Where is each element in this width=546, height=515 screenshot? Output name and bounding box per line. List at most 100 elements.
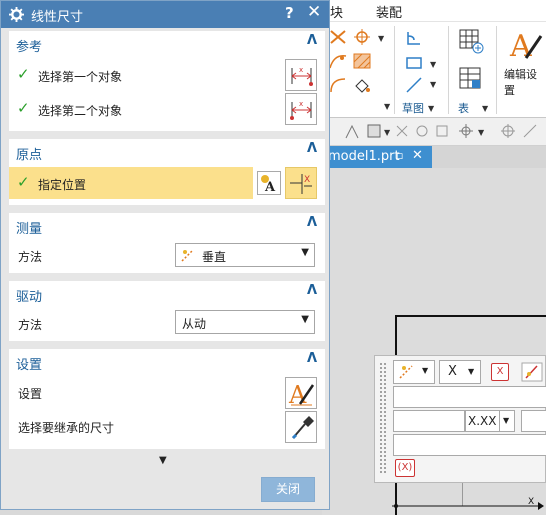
chevron-up-icon[interactable]: ᐱ: [307, 141, 317, 156]
tolerance-x-button[interactable]: X: [491, 363, 509, 381]
perpendicular-icon: [181, 249, 194, 262]
section-header[interactable]: 驱动 ᐱ: [9, 281, 325, 305]
close-button[interactable]: 关闭: [261, 477, 315, 502]
point-icon[interactable]: [352, 28, 372, 46]
edit-settings-icon[interactable]: A: [508, 28, 544, 62]
section-measure: 测量 ᐱ 方法 垂直 ▼: [9, 213, 325, 273]
chevron-down-icon[interactable]: ▼: [430, 60, 436, 69]
divider: [496, 26, 497, 114]
settings-button[interactable]: A: [285, 377, 317, 409]
chevron-up-icon[interactable]: ᐱ: [307, 33, 317, 48]
drive-method-dropdown[interactable]: 从动 ▼: [175, 310, 315, 334]
text-settings-button[interactable]: A: [257, 171, 281, 195]
crosshair-icon[interactable]: [500, 123, 516, 139]
svg-text:x: x: [299, 66, 303, 74]
tolerance-type-button[interactable]: (X): [395, 459, 415, 477]
more-icon[interactable]: ▼: [430, 80, 436, 89]
drag-handle[interactable]: [379, 362, 387, 474]
section-header[interactable]: 参考 ᐱ: [9, 31, 325, 55]
sketch-profile-icon[interactable]: [404, 30, 424, 48]
line-icon[interactable]: [404, 76, 424, 94]
rectangle-icon[interactable]: [404, 54, 424, 72]
close-icon[interactable]: ✕: [307, 2, 321, 22]
help-button[interactable]: ?: [285, 4, 294, 22]
component-icon[interactable]: [414, 123, 430, 139]
section-header[interactable]: 原点 ᐱ: [9, 139, 325, 163]
section-reference: 参考 ᐱ ✓ 选择第一个对象 x ✓ 选择第二个对象 x: [9, 31, 325, 131]
line-tool-icon[interactable]: [522, 123, 538, 139]
chevron-up-icon[interactable]: ᐱ: [307, 351, 317, 366]
text-field[interactable]: [393, 434, 546, 456]
chevron-down-icon: ▼: [468, 367, 475, 376]
chevron-up-icon[interactable]: ᐱ: [307, 283, 317, 298]
chevron-down-icon[interactable]: ▼: [482, 104, 488, 113]
select-second-object-label[interactable]: 选择第二个对象: [38, 102, 122, 119]
dimension-point-icon: x: [291, 66, 313, 86]
second-object-button[interactable]: x: [285, 93, 317, 125]
hatch-icon[interactable]: [352, 52, 372, 70]
menu-item-block[interactable]: 块: [330, 2, 343, 21]
nx-application: 块 装配 ▼ ▼ ▼ ▼ 草图 ▼ 表 ▼ A 编辑设置 ▼ ▼ model1.…: [0, 0, 546, 515]
checkmark-icon: ✓: [17, 173, 30, 191]
more-options-icon[interactable]: ▼: [159, 455, 167, 466]
chevron-down-icon[interactable]: ▼: [384, 128, 390, 137]
method-dropdown[interactable]: ▼: [393, 360, 435, 384]
svg-text:X: X: [528, 497, 534, 507]
dimension-point-icon: x: [290, 100, 312, 120]
upper-tolerance-field[interactable]: [393, 410, 465, 432]
close-icon[interactable]: ✕: [412, 148, 423, 163]
cross-line-icon[interactable]: [328, 28, 348, 46]
eyedropper-icon: [291, 416, 314, 440]
ribbon-group-sketch[interactable]: 草图: [402, 100, 424, 116]
section-title: 驱动: [16, 290, 43, 305]
edit-settings-label[interactable]: 编辑设置: [504, 66, 546, 98]
select-first-object-label[interactable]: 选择第一个对象: [38, 68, 122, 85]
chevron-down-icon[interactable]: ▼: [478, 128, 484, 137]
value-field[interactable]: [393, 386, 546, 408]
gear-icon[interactable]: [9, 7, 24, 22]
parts-list-icon[interactable]: [458, 66, 484, 92]
dialog-titlebar[interactable]: 线性尺寸 ? ✕: [1, 1, 329, 28]
scope-icon[interactable]: [394, 123, 410, 139]
curve-icon[interactable]: [328, 76, 348, 94]
section-title: 原点: [16, 148, 43, 163]
spline-icon[interactable]: [328, 52, 348, 70]
ribbon-group-table[interactable]: 表: [458, 100, 469, 116]
first-object-button[interactable]: x: [285, 59, 317, 91]
section-title: 测量: [16, 222, 43, 237]
filter-icon[interactable]: [366, 123, 382, 139]
chevron-down-icon[interactable]: ▼: [378, 34, 384, 43]
menu-item-assembly[interactable]: 装配: [376, 2, 402, 21]
menu-bar: 块 装配: [322, 0, 546, 22]
chevron-down-icon: ▼: [301, 314, 309, 325]
section-title: 设置: [16, 358, 43, 373]
precision-chevron[interactable]: ▼: [499, 410, 515, 432]
annotation-icon[interactable]: [521, 362, 543, 382]
table-insert-icon[interactable]: [458, 28, 484, 54]
section-header[interactable]: 测量 ᐱ: [9, 213, 325, 237]
tab-model1[interactable]: model1.prt ▫ ✕: [322, 146, 432, 168]
origin-tool-button[interactable]: X: [285, 167, 317, 199]
axis-icon: X: [392, 497, 544, 510]
divider: [448, 26, 449, 114]
body-icon[interactable]: [434, 123, 450, 139]
chevron-down-icon[interactable]: ▼: [384, 102, 390, 111]
fill-icon[interactable]: [352, 76, 372, 94]
inherit-dimension-button[interactable]: [285, 411, 317, 443]
document-tab-strip: model1.prt ▫ ✕: [322, 146, 546, 168]
inherit-dimension-label: 选择要继承的尺寸: [18, 421, 115, 435]
lower-tolerance-field[interactable]: [521, 410, 546, 432]
settings-label: 设置: [18, 387, 43, 401]
section-header[interactable]: 设置 ᐱ: [9, 349, 325, 373]
specify-location-row[interactable]: ✓ 指定位置: [9, 167, 253, 199]
chevron-up-icon[interactable]: ᐱ: [307, 215, 317, 230]
drawing-border: [395, 315, 546, 317]
measure-method-dropdown[interactable]: 垂直 ▼: [175, 243, 315, 267]
precision-value: X.XX: [468, 414, 497, 428]
chevron-down-icon[interactable]: ▼: [428, 104, 434, 113]
section-settings: 设置 ᐱ 设置 A 选择要继承的尺寸: [9, 349, 325, 449]
type-dropdown[interactable]: X ▼: [439, 360, 481, 384]
divider: [394, 26, 395, 114]
snap-icon[interactable]: [344, 124, 360, 140]
snap-point-icon[interactable]: [458, 123, 474, 139]
